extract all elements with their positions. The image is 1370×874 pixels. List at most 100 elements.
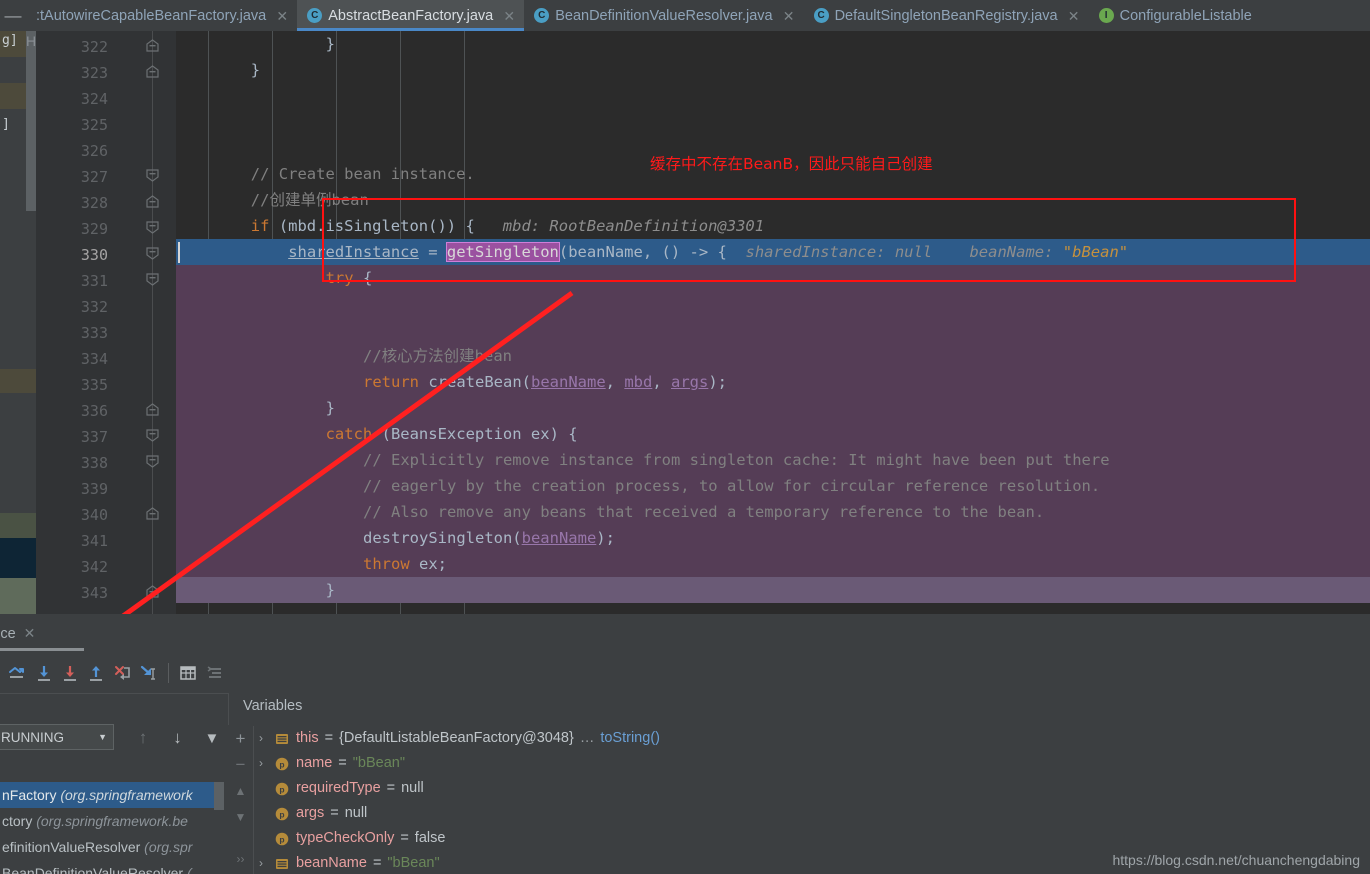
code-fold-icon[interactable] [146, 429, 159, 442]
evaluate-expression-icon[interactable] [175, 658, 201, 688]
variable-name: this [296, 730, 319, 746]
code-fold-icon[interactable] [146, 195, 159, 208]
thread-state-combo[interactable]: RUNNING ▼ [0, 724, 114, 750]
code-line[interactable]: if (mbd.isSingleton()) { mbd: RootBeanDe… [176, 213, 1370, 239]
class-icon: C [534, 8, 550, 23]
code-fold-icon[interactable] [146, 65, 159, 78]
expand-icon[interactable]: ›› [228, 846, 254, 872]
code-line[interactable]: sharedInstance = getSingleton(beanName, … [176, 239, 1370, 265]
step-out-icon[interactable] [83, 658, 109, 688]
code-fold-icon[interactable] [146, 585, 159, 598]
code-fold-icon[interactable] [146, 221, 159, 234]
down-triangle-icon[interactable]: ▼ [228, 804, 254, 830]
tab-configurablelistable[interactable]: I ConfigurableListable [1089, 0, 1261, 31]
arrow-down-icon[interactable]: ↓ [162, 728, 192, 748]
toolbar-separator [168, 663, 170, 683]
code-fold-icon[interactable] [146, 273, 159, 286]
chevron-right-icon[interactable]: › [254, 726, 268, 751]
force-step-into-icon[interactable] [110, 658, 136, 688]
param-icon: p [274, 756, 290, 772]
tab-abstractbeanfactory[interactable]: C AbstractBeanFactory.java ✕ [297, 0, 525, 31]
code-line[interactable]: } [176, 31, 1370, 57]
fold-line [152, 31, 153, 620]
frame-row[interactable]: BeanDefinitionValueResolver ( [0, 860, 224, 874]
variable-row[interactable]: p requiredType = null [254, 776, 424, 801]
variable-row[interactable]: p args = null [254, 801, 367, 826]
frame-row[interactable]: ctory (org.springframework.be [0, 808, 224, 834]
variable-row[interactable]: › p name = "bBean" [254, 751, 405, 776]
code-line[interactable]: // eagerly by the creation process, to a… [176, 473, 1370, 499]
show-execution-point-icon[interactable] [4, 658, 30, 688]
minus-icon[interactable]: − [228, 752, 254, 778]
code-fold-icon[interactable] [146, 39, 159, 52]
code-line[interactable]: throw ex; [176, 551, 1370, 577]
close-icon[interactable]: ✕ [276, 9, 288, 23]
code-line[interactable] [176, 291, 1370, 317]
line-number: 337 [80, 428, 108, 446]
variable-row[interactable]: › beanName = "bBean" [254, 851, 440, 874]
code-content[interactable]: }}// Create bean instance.//创建单例bean if (… [176, 31, 1370, 620]
frame-method: nFactory [2, 787, 57, 803]
code-line[interactable] [176, 109, 1370, 135]
code-line[interactable]: try{ [176, 265, 1370, 291]
arrow-up-icon[interactable]: ↑ [128, 728, 158, 748]
code-line[interactable]: //创建单例bean [176, 187, 1370, 213]
code-line[interactable]: } [176, 577, 1370, 603]
tab-variables[interactable]: Variables [243, 698, 302, 714]
chevron-right-icon[interactable]: › [254, 751, 268, 776]
chevron-right-icon[interactable]: › [254, 851, 268, 874]
editor-gutter[interactable]: 322 323 324 325 326 327 328 329 330 331 332 333 334 3… [36, 31, 176, 620]
debug-tab-underline [0, 648, 84, 651]
filter-icon[interactable]: ▼ [197, 730, 227, 747]
bg-scrollbar[interactable] [26, 31, 36, 211]
equals-sign: = [372, 855, 382, 871]
code-fold-icon[interactable] [146, 507, 159, 520]
close-icon[interactable]: ✕ [24, 625, 36, 642]
up-triangle-icon[interactable]: ▲ [228, 778, 254, 804]
code-line[interactable]: return createBean(beanName, mbd, args); [176, 369, 1370, 395]
frame-row[interactable]: efinitionValueResolver (org.spr [0, 834, 224, 860]
close-icon[interactable]: ✕ [783, 9, 795, 23]
debug-tab-dependence[interactable]: endence ✕ [0, 622, 43, 645]
frames-scrollbar[interactable] [214, 782, 224, 810]
equals-sign: = [338, 755, 347, 771]
step-over-icon[interactable] [30, 658, 56, 688]
line-number: 332 [80, 298, 108, 316]
variables-tab-row: Variables [228, 693, 1370, 725]
code-fold-icon[interactable] [146, 169, 159, 182]
code-line[interactable] [176, 83, 1370, 109]
code-line[interactable]: // Also remove any beans that received a… [176, 499, 1370, 525]
tostring-link[interactable]: toString() [600, 726, 660, 751]
code-editor[interactable]: 322 323 324 325 326 327 328 329 330 331 332 333 334 3… [36, 31, 1370, 620]
code-line[interactable]: } [176, 57, 1370, 83]
code-line[interactable]: // Explicitly remove instance from singl… [176, 447, 1370, 473]
code-line[interactable]: catch (BeansException ex) { [176, 421, 1370, 447]
variable-value: {DefaultListableBeanFactory@3048} [339, 730, 574, 746]
tab-label: :tAutowireCapableBeanFactory.java [36, 7, 267, 24]
svg-text:p: p [279, 834, 284, 844]
tab-label: BeanDefinitionValueResolver.java [555, 7, 773, 24]
code-line[interactable]: destroySingleton(beanName); [176, 525, 1370, 551]
code-fold-icon[interactable] [146, 247, 159, 260]
text-caret [178, 242, 180, 263]
frame-row[interactable]: nFactory (org.springframework [0, 782, 224, 808]
debug-tab-row: endence ✕ [0, 620, 1370, 652]
close-icon[interactable]: ✕ [503, 9, 515, 23]
minimize-icon[interactable]: — [0, 0, 26, 31]
code-fold-icon[interactable] [146, 455, 159, 468]
code-line[interactable]: //核心方法创建bean [176, 343, 1370, 369]
run-to-cursor-icon[interactable] [136, 658, 162, 688]
variable-row[interactable]: p typeCheckOnly = false [254, 826, 445, 851]
settings-lines-icon[interactable] [202, 658, 228, 688]
step-into-icon[interactable] [57, 658, 83, 688]
class-icon: C [813, 8, 829, 23]
tab-beandefinitionvalueresolver[interactable]: C BeanDefinitionValueResolver.java ✕ [524, 0, 803, 31]
tab-defaultsingletonbeanregistry[interactable]: C DefaultSingletonBeanRegistry.java ✕ [804, 0, 1089, 31]
close-icon[interactable]: ✕ [1068, 9, 1080, 23]
code-line[interactable] [176, 317, 1370, 343]
code-line[interactable]: } [176, 395, 1370, 421]
variable-row[interactable]: › this = {DefaultListableBeanFactory@3048} …… [254, 726, 660, 751]
code-fold-icon[interactable] [146, 403, 159, 416]
plus-icon[interactable]: + [228, 726, 254, 752]
tab-autowirecapablebeanfactory[interactable]: :tAutowireCapableBeanFactory.java ✕ [26, 0, 297, 31]
